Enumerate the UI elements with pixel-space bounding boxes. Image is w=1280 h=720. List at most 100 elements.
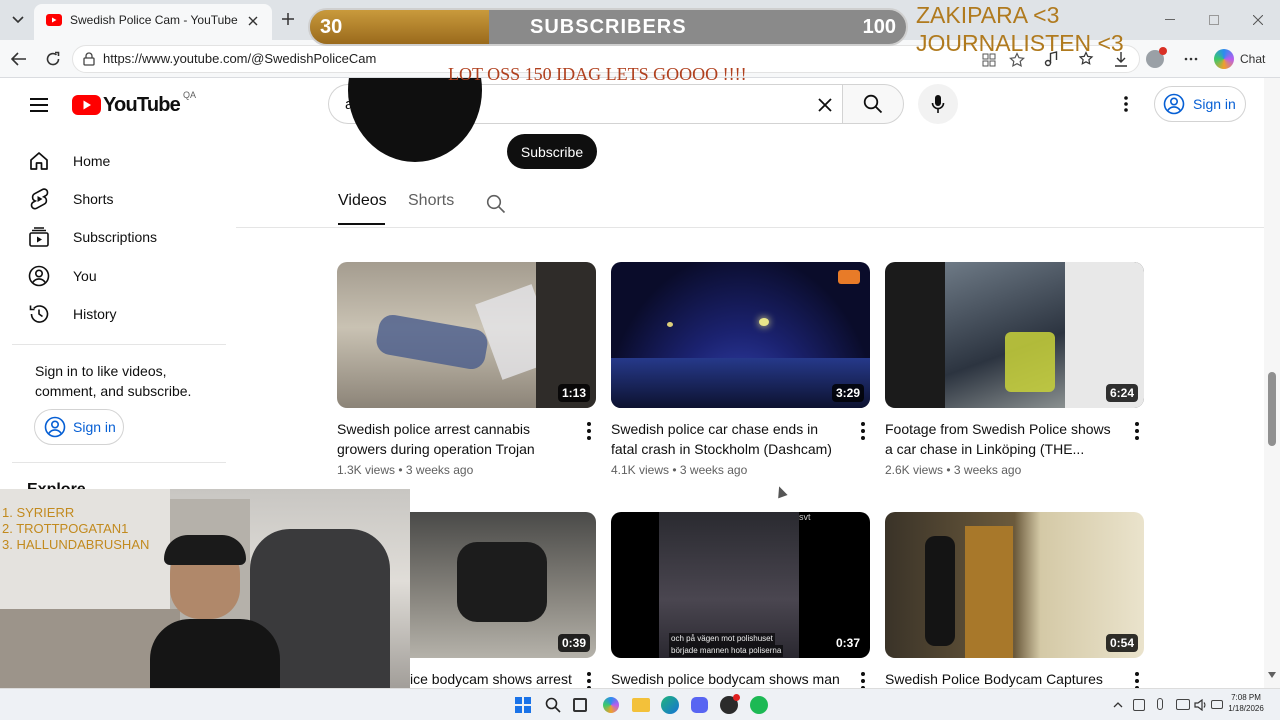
svt-logo: svt: [799, 512, 811, 522]
video-card[interactable]: svt och på vägen mot polishuset började …: [611, 512, 871, 688]
subscriber-current: 30: [320, 16, 343, 38]
page-scrollbar-thumb[interactable]: [1268, 372, 1276, 446]
shoutout-line: 3. HALLUNDABRUSHAN: [2, 537, 150, 552]
video-duration: 0:54: [1105, 634, 1138, 652]
overlay-shoutout-1: ZAKIPARA <3: [916, 2, 1060, 28]
video-title[interactable]: Swedish Police Bodycam Captures: [885, 669, 1121, 688]
tab-shorts[interactable]: Shorts: [408, 192, 454, 210]
subscriber-goal-bar: 30 SUBSCRIBERS 100: [308, 8, 908, 46]
video-thumbnail[interactable]: 3:29: [611, 262, 870, 408]
region-code: QA: [182, 90, 196, 100]
page-scrollbar-track[interactable]: [1264, 78, 1280, 688]
video-more-icon[interactable]: [855, 669, 871, 688]
masthead-sign-in-button[interactable]: Sign in: [1154, 86, 1246, 122]
sidebar-item-home[interactable]: Home: [12, 142, 222, 180]
copilot-taskbar-icon[interactable]: [603, 697, 619, 713]
video-meta: 4.1K views • 3 weeks ago: [611, 463, 748, 477]
tray-microphone-icon[interactable]: [1157, 698, 1163, 710]
edge-icon[interactable]: [661, 696, 679, 714]
video-more-icon[interactable]: [581, 419, 597, 443]
sidebar-item-label: You: [73, 268, 97, 284]
tab-list-chevron-icon[interactable]: [8, 10, 28, 30]
spotify-icon[interactable]: [750, 696, 768, 714]
video-meta: 1.3K views • 3 weeks ago: [337, 463, 474, 477]
video-title[interactable]: Swedish police car chase ends in fatal c…: [611, 419, 847, 459]
video-title[interactable]: Footage from Swedish Police shows a car …: [885, 419, 1121, 459]
copilot-icon: [1214, 49, 1234, 69]
sidebar-item-subscriptions[interactable]: Subscriptions: [12, 218, 222, 256]
battery-icon[interactable]: [1211, 700, 1223, 709]
maximize-icon[interactable]: [1204, 10, 1224, 30]
you-icon: [26, 263, 52, 289]
sign-in-prompt: Sign in to like videos, comment, and sub…: [35, 363, 192, 399]
guide-menu-icon[interactable]: [26, 92, 52, 118]
site-info-icon[interactable]: [81, 51, 97, 67]
video-thumbnail[interactable]: 6:24: [885, 262, 1144, 408]
video-more-icon[interactable]: [1129, 669, 1145, 688]
copilot-chat-button[interactable]: Chat: [1210, 46, 1272, 72]
video-title[interactable]: Swedish police arrest cannabis growers d…: [337, 419, 573, 459]
subscriber-label: SUBSCRIBERS: [530, 16, 687, 38]
task-view-icon[interactable]: [573, 698, 587, 712]
back-icon[interactable]: [8, 48, 30, 70]
video-duration: 0:39: [557, 634, 590, 652]
discord-icon[interactable]: [691, 697, 708, 713]
browser-tab[interactable]: Swedish Police Cam - YouTube: [34, 4, 272, 40]
active-tab-indicator: [338, 223, 385, 225]
refresh-icon[interactable]: [42, 48, 64, 70]
profile-avatar[interactable]: [1146, 47, 1167, 68]
more-options-icon[interactable]: [1180, 48, 1202, 70]
taskbar-clock[interactable]: 7:08 PM 1/18/2026: [1226, 692, 1266, 714]
shoutout-line: 1. SYRIERR: [2, 505, 75, 520]
video-card[interactable]: 1:13 Swedish police arrest cannabis grow…: [337, 262, 597, 482]
taskbar-search-icon[interactable]: [544, 696, 562, 714]
tabs-divider: [236, 227, 1264, 228]
clear-search-icon[interactable]: [815, 95, 835, 115]
video-more-icon[interactable]: [855, 419, 871, 443]
file-explorer-icon[interactable]: [632, 698, 650, 712]
start-icon[interactable]: [515, 697, 531, 713]
sidebar-sign-in-button[interactable]: Sign in: [34, 409, 124, 445]
search-button[interactable]: [842, 84, 904, 124]
video-card[interactable]: 6:24 Footage from Swedish Police shows a…: [885, 262, 1145, 482]
channel-avatar: [348, 78, 482, 162]
new-tab-icon[interactable]: [278, 9, 298, 29]
history-icon: [26, 301, 52, 327]
video-thumbnail[interactable]: 0:54: [885, 512, 1144, 658]
tray-chevron-icon[interactable]: [1110, 697, 1126, 713]
video-thumbnail[interactable]: 1:13: [337, 262, 596, 408]
network-icon[interactable]: [1176, 699, 1190, 710]
video-title[interactable]: Swedish police bodycam shows man: [611, 669, 847, 688]
voice-search-button[interactable]: [918, 84, 958, 124]
minimize-icon[interactable]: [1160, 10, 1180, 30]
sidebar-item-shorts[interactable]: Shorts: [12, 180, 222, 218]
sidebar-item-you[interactable]: You: [12, 257, 222, 295]
sidebar-item-label: Subscriptions: [73, 229, 158, 245]
url-text: https://www.youtube.com/@SwedishPoliceCa…: [103, 51, 377, 66]
video-more-icon[interactable]: [1129, 419, 1145, 443]
overlay-shoutout-2: JOURNALISTEN <3: [916, 30, 1124, 56]
video-card[interactable]: 3:29 Swedish police car chase ends in fa…: [611, 262, 871, 482]
video-card[interactable]: 0:54 Swedish Police Bodycam Captures: [885, 512, 1145, 688]
close-tab-icon[interactable]: [244, 12, 262, 30]
sidebar-item-history[interactable]: History: [12, 295, 222, 333]
subscribe-button[interactable]: Subscribe: [507, 134, 597, 169]
scroll-down-arrow-icon[interactable]: [1268, 672, 1276, 678]
channel-search-icon[interactable]: [484, 192, 508, 216]
tab-label: Videos: [338, 192, 387, 209]
obs-icon[interactable]: [720, 694, 740, 714]
sidebar-divider: [12, 344, 226, 345]
video-more-icon[interactable]: [581, 669, 597, 688]
tray-hidden-icon[interactable]: [1133, 699, 1145, 711]
tab-videos[interactable]: Videos: [338, 192, 387, 226]
video-thumbnail[interactable]: svt och på vägen mot polishuset började …: [611, 512, 870, 658]
video-meta: 2.6K views • 3 weeks ago: [885, 463, 1022, 477]
volume-icon[interactable]: [1193, 697, 1209, 713]
subscriptions-icon: [26, 224, 52, 250]
shorts-icon: [26, 186, 52, 212]
video-duration: 0:37: [831, 634, 864, 652]
youtube-logo[interactable]: YouTube QA: [72, 90, 196, 118]
settings-more-icon[interactable]: [1114, 92, 1138, 116]
close-window-icon[interactable]: [1248, 10, 1268, 30]
sidebar-item-label: Shorts: [73, 191, 114, 207]
